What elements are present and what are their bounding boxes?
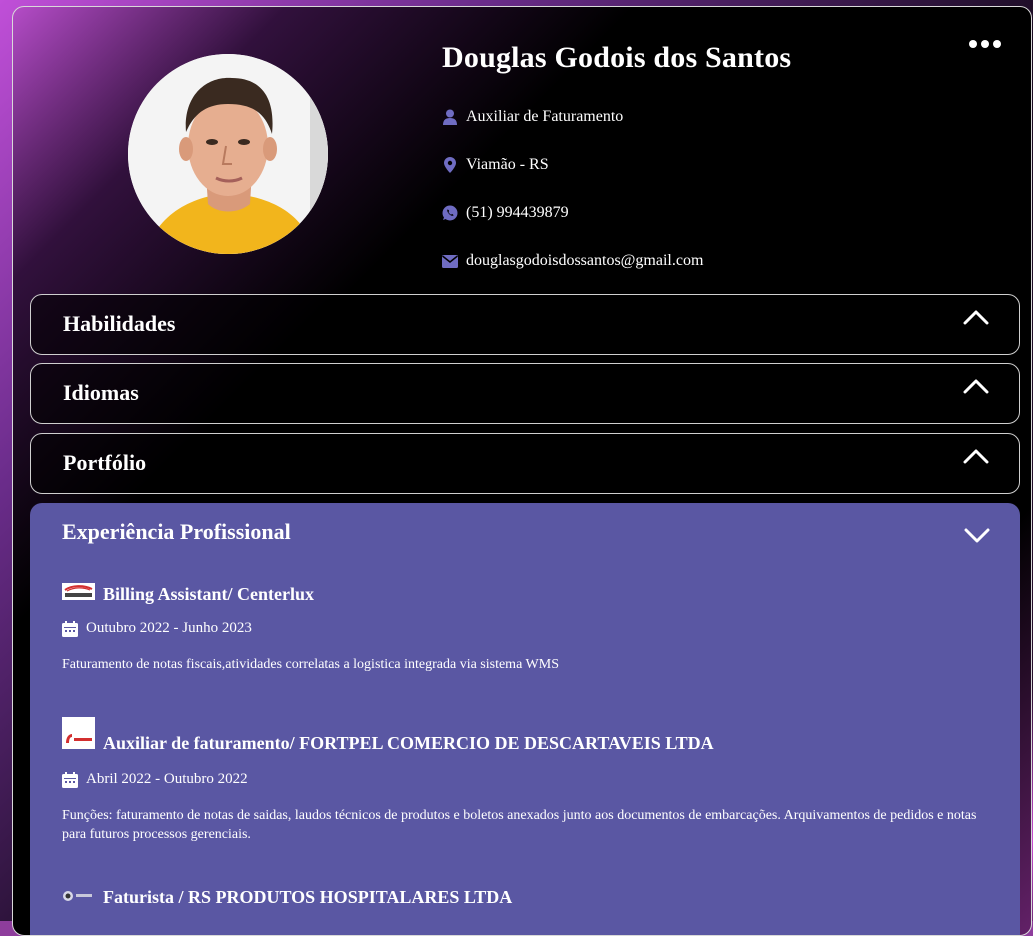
- accordion-languages[interactable]: Idiomas: [30, 363, 1020, 424]
- job-title-2: Auxiliar de faturamento/ FORTPEL COMERCI…: [62, 717, 714, 754]
- job-title-1: Billing Assistant/ Centerlux: [62, 583, 314, 605]
- accordion-experience: Experiência Profissional Billing Assista…: [30, 503, 1020, 935]
- job-title-text: Auxiliar de faturamento/ FORTPEL COMERCI…: [103, 733, 714, 753]
- chevron-up-icon[interactable]: [963, 309, 989, 325]
- email-link[interactable]: douglasgodoisdossantos@gmail.com: [466, 252, 703, 270]
- accordion-skills[interactable]: Habilidades: [30, 294, 1020, 355]
- location-text: Viamão - RS: [466, 156, 549, 173]
- job-title-text: Faturista / RS PRODUTOS HOSPITALARES LTD…: [103, 887, 513, 907]
- job-period: Outubro 2022 - Junho 2023: [86, 620, 252, 636]
- job-title-text: Billing Assistant/ Centerlux: [103, 584, 315, 604]
- accordion-experience-title[interactable]: Experiência Profissional: [62, 519, 291, 545]
- chevron-down-icon[interactable]: [964, 527, 990, 543]
- chevron-up-icon[interactable]: [963, 448, 989, 464]
- envelope-icon: [442, 253, 458, 269]
- fortpel-logo: [62, 717, 95, 754]
- avatar: [128, 54, 328, 254]
- job-date-1: Outubro 2022 - Junho 2023: [62, 620, 252, 637]
- profile-card: Douglas Godois dos Santos Auxiliar de Fa…: [12, 6, 1032, 936]
- calendar-icon: [62, 771, 78, 788]
- job-title-3: Faturista / RS PRODUTOS HOSPITALARES LTD…: [62, 887, 512, 908]
- profile-name: Douglas Godois dos Santos: [442, 41, 792, 74]
- accordion-portfolio[interactable]: Portfólio: [30, 433, 1020, 494]
- role-row: Auxiliar de Faturamento: [442, 107, 623, 127]
- company-logo: [62, 887, 95, 908]
- job-description-1: Faturamento de notas fiscais,atividades …: [62, 657, 559, 672]
- whatsapp-icon: [442, 205, 458, 221]
- centerlux-logo: [62, 583, 95, 605]
- job-date-2: Abril 2022 - Outubro 2022: [62, 771, 248, 788]
- chevron-up-icon[interactable]: [963, 378, 989, 394]
- user-icon: [442, 109, 458, 125]
- accordion-languages-title: Idiomas: [63, 380, 139, 405]
- calendar-icon: [62, 620, 78, 637]
- location-row: Viamão - RS: [442, 155, 549, 175]
- phone-text: (51) 994439879: [466, 204, 569, 221]
- more-options-icon[interactable]: [969, 37, 1003, 51]
- job-period: Abril 2022 - Outubro 2022: [86, 771, 248, 787]
- email-row: douglasgodoisdossantos@gmail.com: [442, 251, 703, 271]
- accordion-portfolio-title: Portfólio: [63, 450, 147, 475]
- role-text: Auxiliar de Faturamento: [466, 108, 624, 125]
- accordion-skills-title: Habilidades: [63, 311, 176, 336]
- map-pin-icon: [442, 157, 458, 173]
- phone-row: (51) 994439879: [442, 203, 569, 223]
- job-description-2: Funções: faturamento de notas de saidas,…: [62, 808, 977, 842]
